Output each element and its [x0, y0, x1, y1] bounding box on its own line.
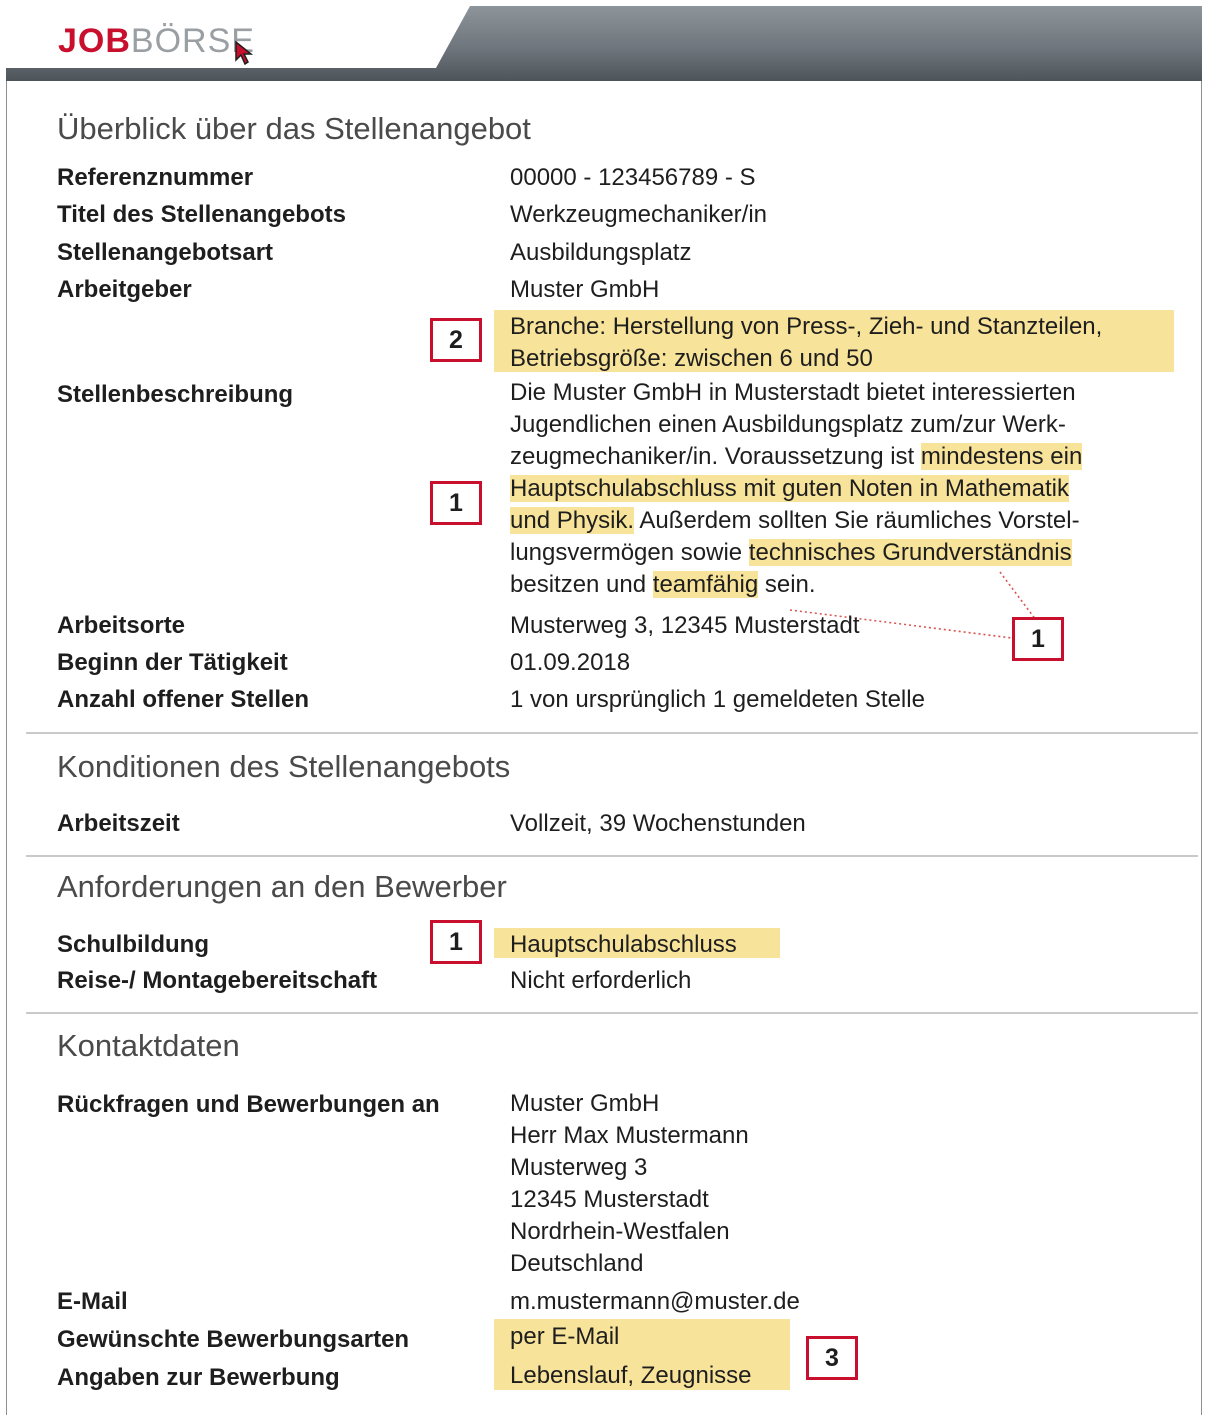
work-location-label: Arbeitsorte	[57, 612, 186, 639]
application-types-value: per E-Mail	[510, 1323, 620, 1350]
travel-label: Reise-/ Montagebereitschaft	[57, 967, 378, 994]
contact-label: Rückfragen und Bewerbungen an	[57, 1091, 440, 1118]
section-divider	[26, 1012, 1198, 1014]
start-date-value: 01.09.2018	[510, 649, 631, 676]
schooling-label: Schulbildung	[57, 931, 209, 958]
application-info-label: Angaben zur Bewerbung	[57, 1364, 340, 1391]
working-hours-label: Arbeitszeit	[57, 810, 180, 837]
application-info-value: Lebenslauf, Zeugnisse	[510, 1362, 752, 1389]
open-positions-value: 1 von ursprünglich 1 gemeldeten Stelle	[510, 686, 925, 713]
address-line: Deutschland	[510, 1250, 644, 1277]
email-label: E-Mail	[57, 1288, 128, 1315]
schooling-value: Hauptschulabschluss	[510, 931, 737, 958]
address-line: Musterweg 3	[510, 1154, 648, 1181]
contact-address: Muster GmbH Herr Max Mustermann Musterwe…	[510, 1088, 749, 1280]
annotation-marker-3: 3	[806, 1336, 858, 1380]
email-link[interactable]: m.mustermann@muster.de	[510, 1288, 800, 1316]
annotation-marker-1-schooling: 1	[430, 920, 482, 964]
address-line: 12345 Musterstadt	[510, 1186, 709, 1213]
working-hours-value: Vollzeit, 39 Wochenstunden	[510, 810, 806, 837]
application-types-label: Gewünschte Bewerbungsarten	[57, 1326, 410, 1353]
section-divider	[26, 855, 1198, 857]
section-divider	[26, 732, 1198, 734]
travel-value: Nicht erforderlich	[510, 967, 692, 994]
contact-title: Kontaktdaten	[57, 1028, 240, 1063]
address-line: Muster GmbH	[510, 1090, 660, 1117]
conditions-title: Konditionen des Stellenangebots	[57, 749, 511, 784]
annotation-marker-1-skills: 1	[1012, 617, 1064, 661]
requirements-title: Anforderungen an den Bewerber	[57, 869, 507, 904]
open-positions-label: Anzahl offener Stellen	[57, 686, 310, 713]
work-location-value: Musterweg 3, 12345 Musterstadt	[510, 612, 860, 639]
address-line: Herr Max Mustermann	[510, 1122, 749, 1149]
address-line: Nordrhein-Westfalen	[510, 1218, 730, 1245]
start-date-label: Beginn der Tätigkeit	[57, 649, 288, 676]
